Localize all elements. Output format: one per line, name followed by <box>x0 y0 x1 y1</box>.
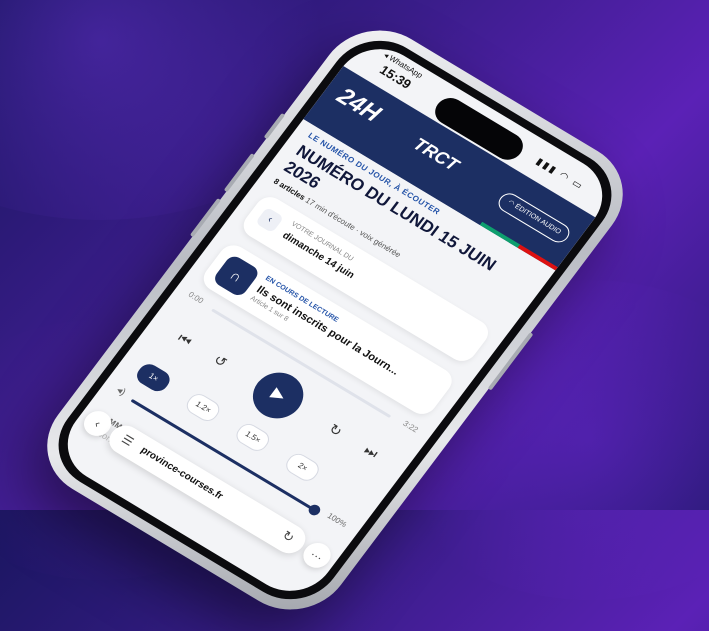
wifi-icon: ◠ <box>556 170 572 185</box>
battery-icon: ▭ <box>569 177 586 193</box>
volume-icon: ◂) <box>113 384 128 398</box>
reader-menu-icon[interactable]: ☰ <box>119 432 137 449</box>
skip-previous-icon[interactable]: ⏮ <box>174 330 195 350</box>
more-icon: … <box>308 545 328 563</box>
rewind-10-icon[interactable]: ↺ <box>210 351 231 371</box>
skip-next-icon[interactable]: ⏭ <box>360 442 381 462</box>
reload-icon[interactable]: ↻ <box>279 528 297 546</box>
total-time: 3:22 <box>401 419 420 435</box>
elapsed-time: 0:00 <box>186 290 206 306</box>
logo-trct[interactable]: TRCT <box>409 134 462 176</box>
forward-10-icon[interactable]: ↻ <box>325 421 346 441</box>
chevron-left-icon[interactable]: ‹ <box>254 206 285 234</box>
chevron-left-icon: ‹ <box>91 416 104 431</box>
volume-percent: 100% <box>325 511 349 530</box>
play-icon: ▶ <box>267 385 289 406</box>
headphones-icon: ∩ <box>211 253 262 299</box>
logo-24h[interactable]: 24H <box>331 83 386 128</box>
signal-icon: ▮▮▮ <box>533 156 560 177</box>
